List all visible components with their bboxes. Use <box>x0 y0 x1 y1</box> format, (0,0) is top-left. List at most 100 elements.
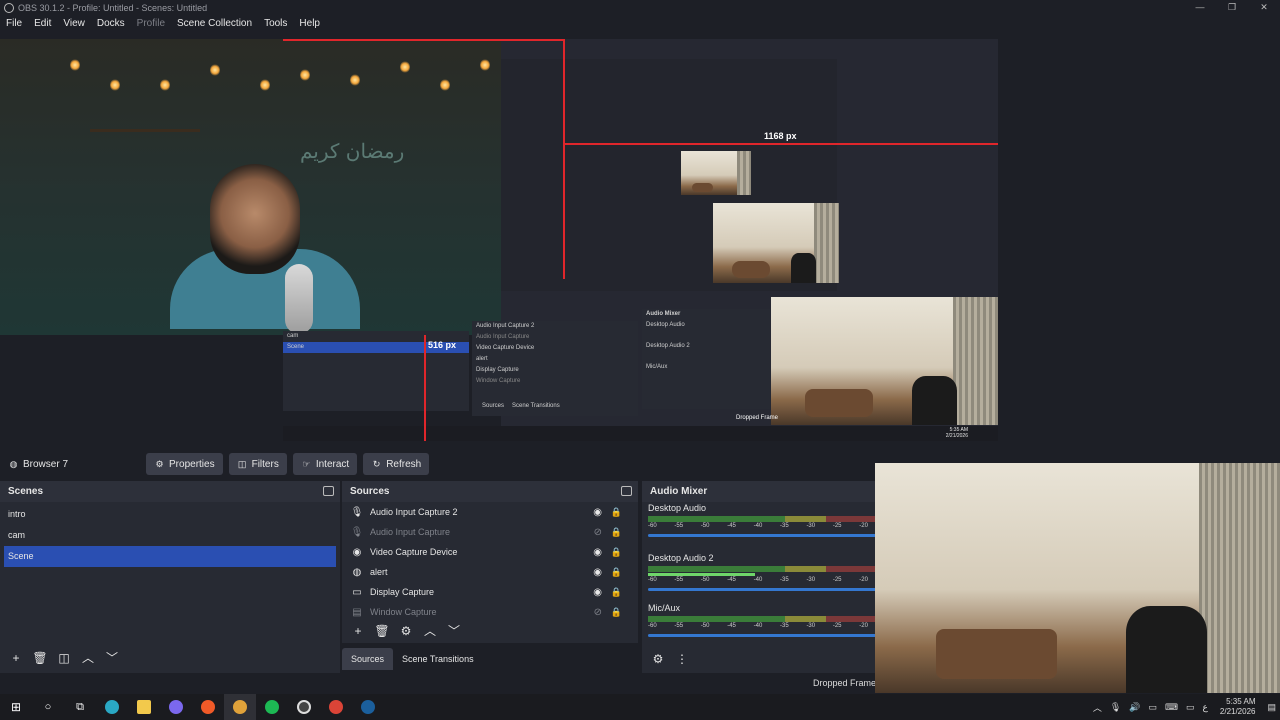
volume-slider[interactable] <box>648 534 876 537</box>
move-up-button[interactable]: ︿ <box>78 648 98 668</box>
language-indicator[interactable]: ع <box>1203 702 1208 713</box>
scene-item-intro[interactable]: intro <box>0 504 340 525</box>
eye-icon[interactable]: ◉ <box>593 587 602 598</box>
title-bar: OBS 30.1.2 - Profile: Untitled - Scenes:… <box>0 0 1280 15</box>
volume-slider[interactable] <box>648 588 876 591</box>
close-button[interactable]: ✕ <box>1248 0 1280 15</box>
volume-meter <box>648 566 876 572</box>
source-item[interactable]: ▭ Display Capture ◉ 🔒 <box>342 582 638 602</box>
eye-icon[interactable]: ◉ <box>593 567 602 578</box>
microphone-icon[interactable]: 🎙 <box>1110 702 1121 713</box>
dropped-frames: Dropped Frame <box>813 678 877 688</box>
undock-icon[interactable] <box>323 486 334 496</box>
remove-source-button[interactable]: 🗑 <box>372 621 392 641</box>
menu-help[interactable]: Help <box>293 18 326 29</box>
menu-scene-collection[interactable]: Scene Collection <box>171 18 258 29</box>
notification-icon[interactable]: ▤ <box>1267 702 1276 713</box>
eye-hidden-icon[interactable]: ⊘ <box>594 607 602 618</box>
mini-channel: Desktop Audio 2 <box>646 343 690 349</box>
chrome-active-button[interactable] <box>224 694 256 720</box>
brave-icon <box>201 700 215 714</box>
clock-time: 5:35 AM <box>1226 697 1256 706</box>
selected-source-name: Browser 7 <box>23 458 69 470</box>
keyboard-icon[interactable]: ⌨ <box>1165 702 1178 713</box>
add-scene-button[interactable]: + <box>6 648 26 668</box>
chevron-up-icon[interactable]: ︿ <box>1093 701 1102 714</box>
volume-slider[interactable] <box>648 634 876 637</box>
refresh-label: Refresh <box>386 458 422 470</box>
tab-sources[interactable]: Sources <box>342 648 394 670</box>
filters-button[interactable]: ◫ Filters <box>228 453 287 475</box>
globe-icon: ◍ <box>9 458 18 469</box>
menu-docks[interactable]: Docks <box>91 18 131 29</box>
move-down-button[interactable]: ﹀ <box>102 648 122 668</box>
volume-icon[interactable]: 🔊 <box>1129 702 1140 713</box>
source-item[interactable]: ◍ alert ◉ 🔒 <box>342 562 638 582</box>
clock[interactable]: 5:35 AM 2/21/2026 <box>1220 697 1256 717</box>
network-icon[interactable]: ▭ <box>1148 702 1157 713</box>
remove-scene-button[interactable]: 🗑 <box>30 648 50 668</box>
scene-filters-button[interactable]: ◫ <box>54 648 74 668</box>
task-view-button[interactable]: ⧉ <box>64 694 96 720</box>
undock-icon[interactable] <box>621 486 632 496</box>
restore-button[interactable]: ❐ <box>1216 0 1248 15</box>
interact-button[interactable]: ☞ Interact <box>292 453 358 475</box>
chrome-button[interactable] <box>320 694 352 720</box>
lock-icon[interactable]: 🔒 <box>611 547 622 558</box>
advanced-audio-button[interactable]: ⚙ <box>648 649 668 669</box>
lock-icon[interactable]: 🔒 <box>611 527 622 538</box>
channel-name: Desktop Audio <box>648 503 707 513</box>
steam-button[interactable] <box>352 694 384 720</box>
add-source-button[interactable]: + <box>348 621 368 641</box>
nested-room-large <box>771 297 998 425</box>
steam-icon <box>361 700 375 714</box>
preview-area[interactable]: رمضان كريم cam Scene Audio Input Capture… <box>0 33 1280 445</box>
search-button[interactable]: ○ <box>32 694 64 720</box>
tab-scene-transitions[interactable]: Scene Transitions <box>393 648 483 670</box>
menu-file[interactable]: File <box>0 18 28 29</box>
mini-source-item: Window Capture <box>476 378 521 384</box>
mixer-footer: ⚙ ⋮ <box>642 645 882 673</box>
scenes-footer: + 🗑 ◫ ︿ ﹀ <box>0 643 340 673</box>
minimize-button[interactable]: — <box>1184 0 1216 15</box>
eye-icon[interactable]: ◉ <box>593 547 602 558</box>
scenes-dock: Scenes intro cam Scene + 🗑 ◫ ︿ ﹀ <box>0 481 340 673</box>
obs-button[interactable] <box>288 694 320 720</box>
battery-icon[interactable]: ▭ <box>1186 702 1195 713</box>
channel-name: Desktop Audio 2 <box>648 553 714 563</box>
lock-icon[interactable]: 🔒 <box>611 607 622 618</box>
scene-list: intro cam Scene <box>0 502 340 567</box>
start-button[interactable]: ⊞ <box>0 694 32 720</box>
source-properties-button[interactable]: ⚙ <box>396 621 416 641</box>
eye-hidden-icon[interactable]: ⊘ <box>594 527 602 538</box>
eye-icon[interactable]: ◉ <box>593 507 602 518</box>
spotify-button[interactable] <box>256 694 288 720</box>
explorer-button[interactable] <box>128 694 160 720</box>
more-options-button[interactable]: ⋮ <box>672 649 692 669</box>
menu-view[interactable]: View <box>57 18 91 29</box>
scenes-dock-title: Scenes <box>0 481 340 502</box>
db-scale: -60 -55 -50 -45 -40 -35 -30 -25 -20 <box>648 577 868 583</box>
move-up-button[interactable]: ︿ <box>420 621 440 641</box>
lock-icon[interactable]: 🔒 <box>611 567 622 578</box>
discord-button[interactable] <box>160 694 192 720</box>
camera-icon: ◉ <box>352 546 362 558</box>
lock-icon[interactable]: 🔒 <box>611 587 622 598</box>
filters-label: Filters <box>251 458 279 470</box>
scene-item-scene[interactable]: Scene <box>4 546 336 567</box>
volume-meter <box>648 616 876 622</box>
menu-tools[interactable]: Tools <box>258 18 293 29</box>
source-item[interactable]: ◉ Video Capture Device ◉ 🔒 <box>342 542 638 562</box>
windows-logo-icon: ⊞ <box>10 700 22 714</box>
source-item[interactable]: 🎙 Audio Input Capture ⊘ 🔒 <box>342 522 638 542</box>
brave-button[interactable] <box>192 694 224 720</box>
edge-button[interactable] <box>96 694 128 720</box>
lock-icon[interactable]: 🔒 <box>611 507 622 518</box>
refresh-button[interactable]: ↻ Refresh <box>363 453 430 475</box>
preview-canvas[interactable]: رمضان كريم cam Scene Audio Input Capture… <box>0 39 998 441</box>
properties-button[interactable]: ⚙ Properties <box>146 453 223 475</box>
source-item[interactable]: 🎙 Audio Input Capture 2 ◉ 🔒 <box>342 502 638 522</box>
menu-edit[interactable]: Edit <box>28 18 57 29</box>
scene-item-cam[interactable]: cam <box>0 525 340 546</box>
move-down-button[interactable]: ﹀ <box>444 621 464 641</box>
